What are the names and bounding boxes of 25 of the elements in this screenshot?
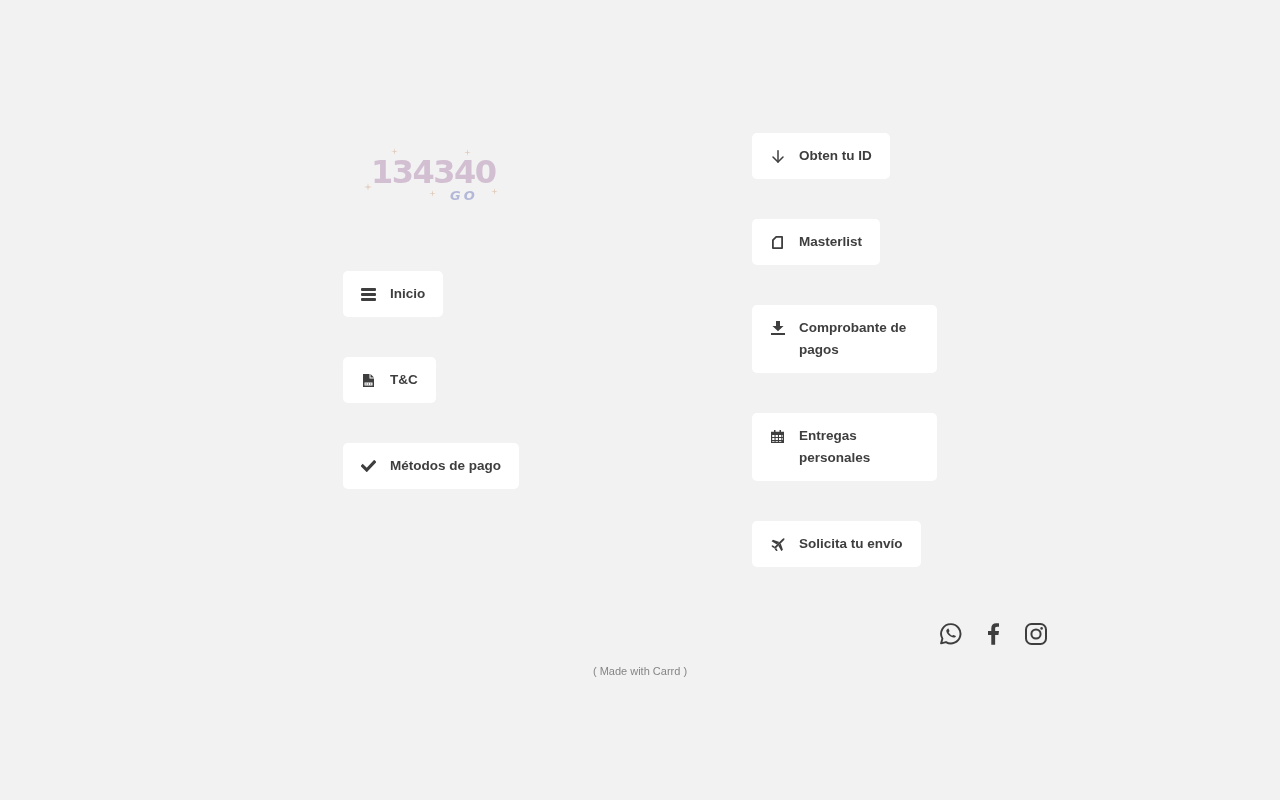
link-button[interactable]: T&C: [343, 357, 436, 403]
link-button[interactable]: Entregas personales: [752, 413, 937, 481]
whatsapp-icon[interactable]: [940, 623, 962, 645]
instagram-icon[interactable]: [1025, 623, 1047, 645]
link-button[interactable]: Métodos de pago: [343, 443, 519, 489]
facebook-icon[interactable]: [988, 623, 999, 645]
sparkle-icon: [429, 190, 436, 197]
airplane-icon: [770, 537, 785, 551]
arrow-down-icon: [771, 149, 784, 163]
calendar-icon: [771, 429, 784, 443]
sparkle-icon: [391, 148, 398, 155]
logo-subtitle: GO: [450, 190, 478, 202]
sparkle-icon: [491, 188, 498, 195]
sparkle-icon: [364, 183, 372, 191]
link-button[interactable]: Comprobante de pagos: [752, 305, 937, 373]
file-icon: [363, 373, 374, 387]
sparkle-icon: [464, 149, 471, 156]
menu-icon: [361, 287, 376, 301]
link-button[interactable]: Inicio: [343, 271, 444, 317]
link-button[interactable]: Masterlist: [752, 219, 881, 265]
checkmark-icon: [361, 460, 376, 472]
link-button[interactable]: Obten tu ID: [752, 133, 890, 179]
link-button[interactable]: Solicita tu envío: [752, 521, 921, 567]
document-icon: [772, 235, 783, 249]
download-icon: [770, 321, 785, 335]
